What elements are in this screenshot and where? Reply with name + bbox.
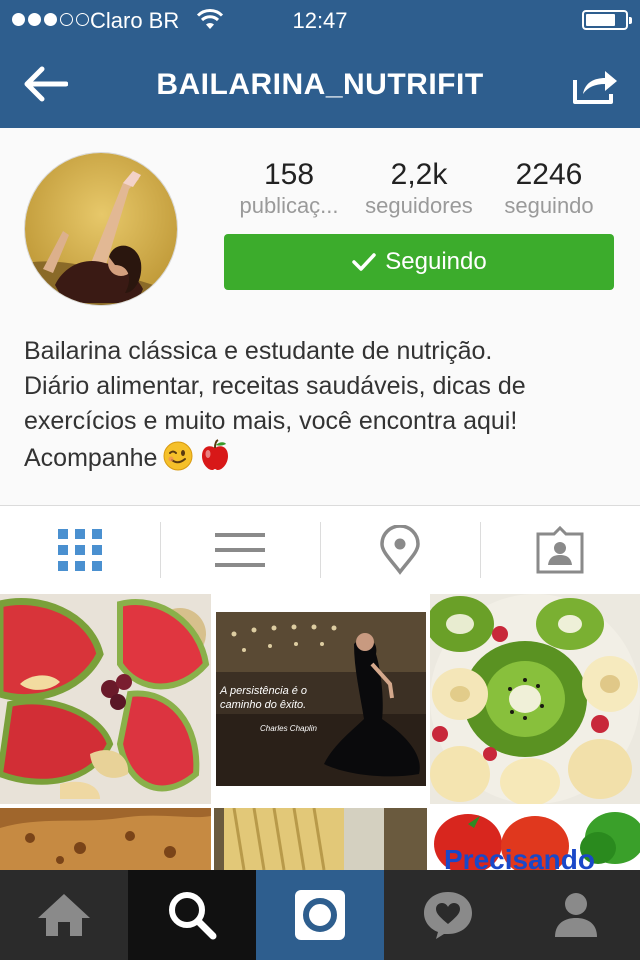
- navigation-bar: BAILARINA_NUTRIFIT: [0, 40, 640, 128]
- camera-icon: [295, 890, 345, 940]
- search-icon: [169, 892, 217, 940]
- bio-line-last: Acompanhe: [24, 439, 620, 481]
- activity-heart-icon: [424, 892, 472, 939]
- page-title: BAILARINA_NUTRIFIT: [156, 68, 484, 101]
- checkmark-icon: [352, 253, 377, 271]
- instagram-profile-screen: Claro BR 12:47 BAILARINA_NUTRIFIT 158 pu…: [0, 0, 640, 960]
- profile-view-tabs: [0, 506, 640, 594]
- quote-caption: A persistência é o caminho do êxito.: [220, 685, 308, 711]
- location-pin-icon: [380, 525, 420, 575]
- post-overlay-text: Precisando: [444, 844, 595, 870]
- followers-count-value: 2,2k: [390, 158, 448, 191]
- top-bar: Claro BR 12:47 BAILARINA_NUTRIFIT: [0, 0, 640, 128]
- tab-search[interactable]: [128, 870, 256, 960]
- posts-grid: A persistência é o caminho do êxito. Cha…: [0, 594, 640, 870]
- post-thumbnail[interactable]: [0, 808, 211, 870]
- avatar[interactable]: [24, 152, 178, 306]
- tab-activity[interactable]: [384, 870, 512, 960]
- post-thumbnail[interactable]: Precisando: [430, 808, 640, 870]
- posts-count-label: publicaç...: [239, 193, 339, 218]
- tab-home[interactable]: [0, 870, 128, 960]
- red-apple-emoji-icon: [199, 439, 231, 481]
- share-icon: [573, 71, 617, 104]
- winking-face-emoji-icon: [163, 441, 193, 481]
- following-button-label: Seguindo: [385, 248, 487, 275]
- post-thumbnail[interactable]: [0, 594, 211, 804]
- list-icon: [215, 533, 265, 567]
- profile-icon: [555, 893, 597, 937]
- bio-line: exercícios e muito mais, você encontra a…: [24, 407, 518, 435]
- home-icon: [38, 894, 90, 936]
- tab-location[interactable]: [320, 506, 480, 594]
- post-thumbnail[interactable]: [430, 594, 640, 804]
- following-count[interactable]: 2246 seguindo: [484, 158, 614, 220]
- bio-line: Diário alimentar, receitas saudáveis, di…: [24, 372, 526, 400]
- followers-count-label: seguidores: [365, 193, 473, 218]
- tab-tagged[interactable]: [480, 506, 640, 594]
- grid-icon: [58, 529, 102, 571]
- following-count-label: seguindo: [504, 193, 594, 218]
- quote-author: Charles Chaplin: [260, 724, 317, 733]
- tab-profile[interactable]: [512, 870, 640, 960]
- clock: 12:47: [292, 8, 348, 33]
- tab-grid[interactable]: [0, 506, 160, 594]
- following-count-value: 2246: [515, 158, 583, 191]
- tagged-photos-icon: [536, 526, 584, 574]
- profile-header: 158 publicaç... 2,2k seguidores 2246 seg…: [0, 128, 640, 506]
- posts-count-value: 158: [263, 158, 315, 191]
- bio-line: Bailarina clássica e estudante de nutriç…: [24, 337, 493, 365]
- tab-list[interactable]: [160, 506, 320, 594]
- share-button[interactable]: [570, 62, 620, 110]
- profile-stats: 158 publicaç... 2,2k seguidores 2246 seg…: [224, 158, 614, 220]
- tab-camera[interactable]: [256, 870, 384, 960]
- post-thumbnail[interactable]: [214, 808, 427, 870]
- battery-icon: [582, 10, 632, 30]
- followers-count[interactable]: 2,2k seguidores: [354, 158, 484, 220]
- status-bar: Claro BR 12:47: [0, 0, 640, 40]
- bottom-tab-bar: [0, 870, 640, 960]
- posts-count[interactable]: 158 publicaç...: [224, 158, 354, 220]
- post-thumbnail[interactable]: A persistência é o caminho do êxito. Cha…: [214, 594, 427, 804]
- profile-bio: Bailarina clássica e estudante de nutriç…: [24, 334, 620, 481]
- bio-line-text: Acompanhe: [24, 444, 158, 472]
- following-button[interactable]: Seguindo: [224, 234, 614, 290]
